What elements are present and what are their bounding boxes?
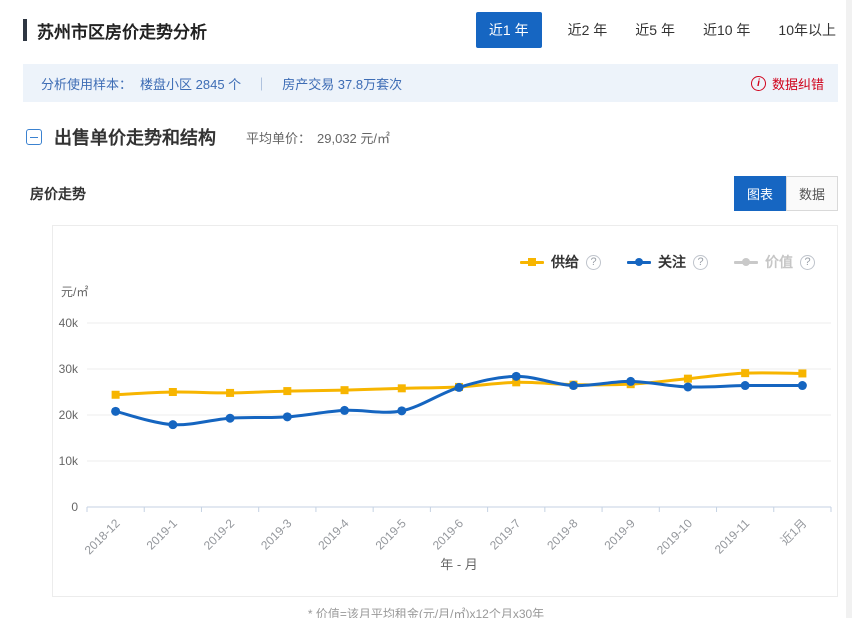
legend-label: 价值 bbox=[765, 252, 793, 272]
tab-over-10year[interactable]: 10年以上 bbox=[776, 12, 838, 48]
toggle-data-button[interactable]: 数据 bbox=[786, 176, 838, 211]
svg-text:30k: 30k bbox=[59, 362, 79, 376]
page-title: 苏州市区房价走势分析 bbox=[37, 18, 207, 43]
tab-5year[interactable]: 近5 年 bbox=[633, 12, 677, 48]
sample-label: 分析使用样本： bbox=[41, 74, 132, 93]
page-header: 苏州市区房价走势分析 近1 年 近2 年 近5 年 近10 年 10年以上 bbox=[23, 12, 838, 48]
help-icon[interactable]: ? bbox=[800, 255, 815, 270]
supply-line-icon bbox=[520, 258, 544, 267]
sample-transactions: 房产交易 37.8万套次 bbox=[282, 74, 402, 93]
value-footnote: * 价值=该月平均租金(元/月/㎡)x12个月x30年 bbox=[0, 605, 852, 618]
tab-1year[interactable]: 近1 年 bbox=[476, 12, 542, 48]
svg-text:2018-12: 2018-12 bbox=[82, 516, 123, 557]
chart-panel: 供给 ? 关注 ? 价值 ? 元/㎡ 0 10k 20k 30k 40k 2018-12 20… bbox=[52, 225, 838, 597]
attention-line-icon bbox=[627, 258, 651, 267]
svg-text:40k: 40k bbox=[59, 316, 79, 330]
svg-text:2019-9: 2019-9 bbox=[601, 516, 638, 553]
svg-text:近1月: 近1月 bbox=[778, 516, 810, 548]
tab-2year[interactable]: 近2 年 bbox=[566, 12, 610, 48]
sample-separator: ｜ bbox=[255, 74, 268, 93]
page-right-gutter bbox=[846, 0, 852, 618]
svg-text:元/㎡: 元/㎡ bbox=[61, 285, 88, 299]
legend-item-attention[interactable]: 关注 ? bbox=[627, 252, 708, 272]
title-accent-bar bbox=[23, 19, 27, 41]
avg-price-value: 29,032 元/㎡ bbox=[317, 128, 390, 147]
svg-text:2019-10: 2019-10 bbox=[654, 516, 695, 557]
value-line-icon bbox=[734, 258, 758, 267]
toggle-chart-button[interactable]: 图表 bbox=[734, 176, 786, 211]
avg-price-label: 平均单价： bbox=[246, 128, 311, 147]
legend-label: 关注 bbox=[658, 252, 686, 272]
info-icon: i bbox=[751, 76, 766, 91]
section-header: 出售单价走势和结构 平均单价： 29,032 元/㎡ bbox=[26, 124, 838, 150]
svg-text:2019-5: 2019-5 bbox=[373, 516, 410, 553]
help-icon[interactable]: ? bbox=[693, 255, 708, 270]
svg-text:年 - 月: 年 - 月 bbox=[440, 557, 478, 572]
svg-text:2019-6: 2019-6 bbox=[430, 516, 467, 553]
tab-10year[interactable]: 近10 年 bbox=[701, 12, 752, 48]
error-report-button[interactable]: i 数据纠错 bbox=[751, 74, 824, 93]
svg-text:2019-2: 2019-2 bbox=[201, 516, 238, 553]
svg-text:2019-8: 2019-8 bbox=[544, 516, 581, 553]
legend-item-supply[interactable]: 供给 ? bbox=[520, 252, 601, 272]
svg-text:20k: 20k bbox=[59, 408, 79, 422]
period-tab-bar: 近1 年 近2 年 近5 年 近10 年 10年以上 bbox=[476, 12, 838, 48]
section-title: 出售单价走势和结构 bbox=[54, 124, 216, 150]
chart-legend: 供给 ? 关注 ? 价值 ? bbox=[520, 252, 815, 272]
sample-buildings: 楼盘小区 2845 个 bbox=[140, 74, 241, 93]
trend-header-row: 房价走势 图表 数据 bbox=[30, 176, 838, 211]
help-icon[interactable]: ? bbox=[586, 255, 601, 270]
error-report-label: 数据纠错 bbox=[772, 74, 824, 93]
svg-text:2019-4: 2019-4 bbox=[315, 516, 352, 553]
collapse-icon[interactable] bbox=[26, 129, 42, 145]
svg-text:10k: 10k bbox=[59, 454, 79, 468]
price-trend-chart: 元/㎡ 0 10k 20k 30k 40k 2018-12 2019-1 2019-2 2019-… bbox=[53, 226, 837, 586]
sample-info-bar: 分析使用样本： 楼盘小区 2845 个 ｜ 房产交易 37.8万套次 i 数据纠… bbox=[23, 64, 838, 102]
svg-text:2019-11: 2019-11 bbox=[712, 516, 753, 557]
svg-text:0: 0 bbox=[71, 500, 78, 514]
svg-text:2019-3: 2019-3 bbox=[258, 516, 295, 553]
svg-text:2019-7: 2019-7 bbox=[487, 516, 524, 553]
view-toggle: 图表 数据 bbox=[734, 176, 838, 211]
legend-label: 供给 bbox=[551, 252, 579, 272]
legend-item-value[interactable]: 价值 ? bbox=[734, 252, 815, 272]
svg-text:2019-1: 2019-1 bbox=[144, 516, 181, 553]
trend-title: 房价走势 bbox=[30, 184, 86, 204]
